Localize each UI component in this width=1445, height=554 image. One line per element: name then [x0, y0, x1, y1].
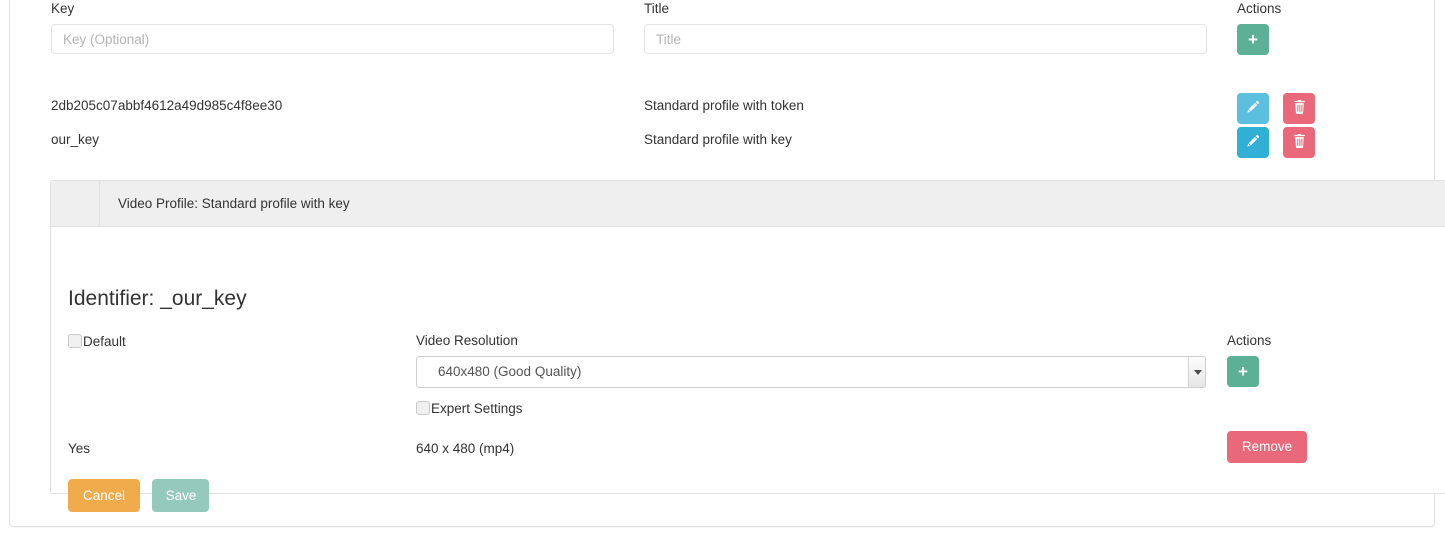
- expert-settings-checkbox[interactable]: Expert Settings: [416, 400, 1206, 418]
- panel-actions-label: Actions: [1227, 333, 1272, 348]
- delete-profile-button[interactable]: [1283, 93, 1316, 125]
- panel-body: Identifier: _our_key Default Video Resol…: [51, 227, 1445, 512]
- cancel-button[interactable]: Cancel: [68, 479, 140, 512]
- resolution-row-value: 640 x 480 (mp4): [416, 441, 515, 456]
- title-column-label: Title: [644, 1, 670, 16]
- expert-settings-label: Expert Settings: [431, 401, 523, 416]
- row-title: Standard profile with key: [644, 132, 792, 147]
- default-checkbox-label: Default: [83, 334, 126, 349]
- table-row: 2db205c07abbf4612a49d985c4f8ee30 Standar…: [51, 93, 1445, 127]
- row-title: Standard profile with token: [644, 98, 804, 113]
- remove-resolution-button[interactable]: Remove: [1227, 431, 1307, 463]
- plus-icon: +: [1248, 30, 1258, 49]
- key-column-label: Key: [51, 1, 75, 16]
- profiles-list: 2db205c07abbf4612a49d985c4f8ee30 Standar…: [51, 93, 1445, 161]
- panel-actions-group: Actions +: [1227, 333, 1427, 387]
- expert-settings-wrap: Expert Settings: [416, 400, 1206, 418]
- row-key: our_key: [51, 132, 100, 147]
- panel-header-title: Video Profile: Standard profile with key: [118, 196, 350, 211]
- title-input[interactable]: [644, 24, 1207, 54]
- pencil-icon: [1246, 94, 1260, 125]
- column-title: Title: [644, 1, 1207, 54]
- chevron-down-icon: [1188, 357, 1205, 387]
- column-key: Key: [51, 1, 614, 54]
- video-resolution-field-group: Video Resolution 640x480 (Good Quality) …: [416, 333, 1206, 418]
- edit-profile-button[interactable]: [1237, 127, 1269, 158]
- resolution-row-actions: Remove: [1227, 431, 1307, 463]
- row-key: 2db205c07abbf4612a49d985c4f8ee30: [51, 98, 283, 113]
- default-checkbox[interactable]: Default: [68, 333, 418, 351]
- table-row: our_key Standard profile with key: [51, 127, 1445, 161]
- default-field-group: Default: [68, 333, 418, 351]
- video-profile-detail-panel: Video Profile: Standard profile with key…: [50, 180, 1445, 512]
- plus-icon: +: [1238, 362, 1248, 381]
- key-input[interactable]: [51, 24, 614, 54]
- add-profile-button[interactable]: +: [1237, 24, 1269, 55]
- video-resolution-select[interactable]: 640x480 (Good Quality): [416, 356, 1206, 388]
- delete-profile-button[interactable]: [1283, 127, 1316, 159]
- actions-column-label: Actions: [1237, 1, 1282, 16]
- page-container: Key Title Actions + 2db205c07abbf4612a49…: [9, 0, 1445, 527]
- column-actions: Actions +: [1237, 1, 1445, 55]
- page-title: Identifier: _our_key: [68, 287, 247, 310]
- video-resolution-label: Video Resolution: [416, 333, 518, 348]
- resolution-row-default-value: Yes: [68, 441, 91, 456]
- trash-icon: [1293, 94, 1306, 125]
- pencil-icon: [1246, 128, 1260, 159]
- panel-header: Video Profile: Standard profile with key: [51, 181, 1445, 227]
- row-actions: [1237, 127, 1325, 158]
- save-button[interactable]: Save: [152, 479, 210, 512]
- row-actions: [1237, 93, 1325, 124]
- panel-footer: Cancel Save: [68, 479, 217, 512]
- trash-icon: [1293, 128, 1306, 159]
- edit-profile-button[interactable]: [1237, 93, 1269, 124]
- panel-header-divider: [99, 181, 100, 226]
- add-resolution-button[interactable]: +: [1227, 356, 1259, 387]
- checkbox-box: [68, 334, 82, 348]
- checkbox-box: [416, 401, 430, 415]
- video-resolution-selected-value: 640x480 (Good Quality): [438, 364, 582, 379]
